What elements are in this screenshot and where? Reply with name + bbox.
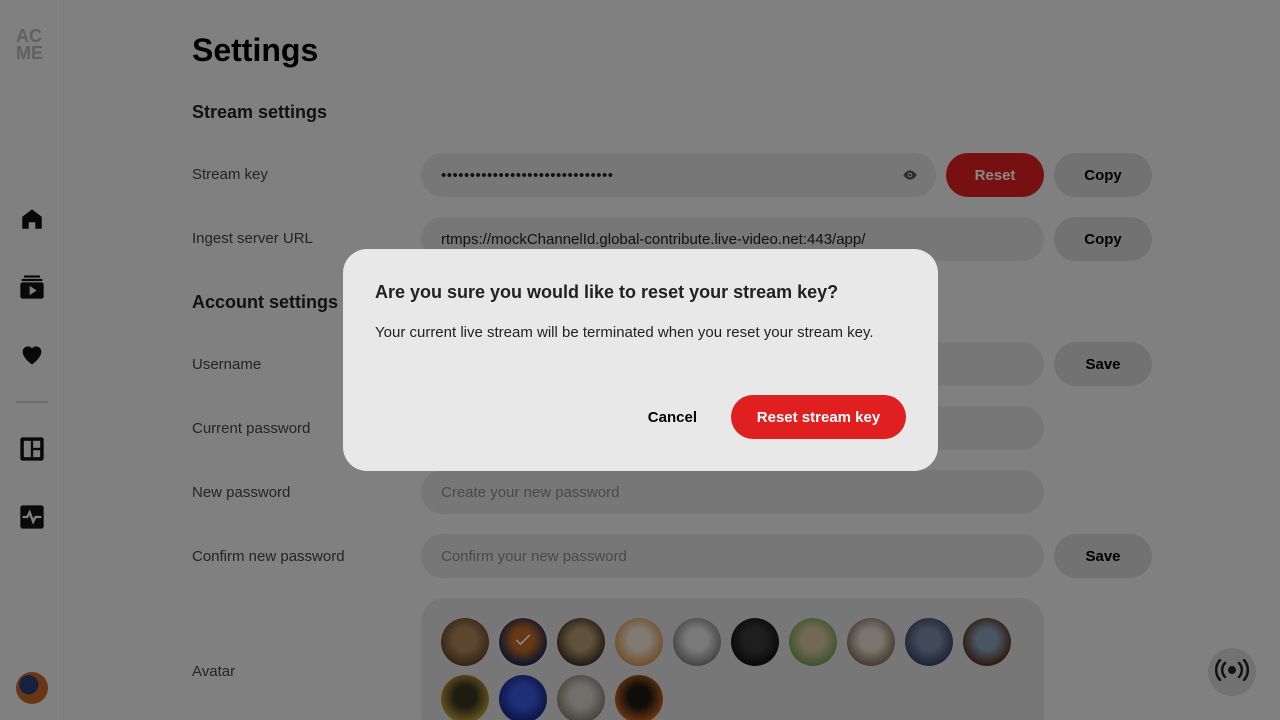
cancel-button[interactable]: Cancel — [648, 409, 697, 426]
reset-confirm-dialog: Are you sure you would like to reset you… — [343, 249, 938, 471]
dialog-message: Your current live stream will be termina… — [375, 324, 874, 341]
dialog-title: Are you sure you would like to reset you… — [375, 282, 839, 302]
confirm-reset-button[interactable]: Reset stream key — [731, 395, 906, 439]
